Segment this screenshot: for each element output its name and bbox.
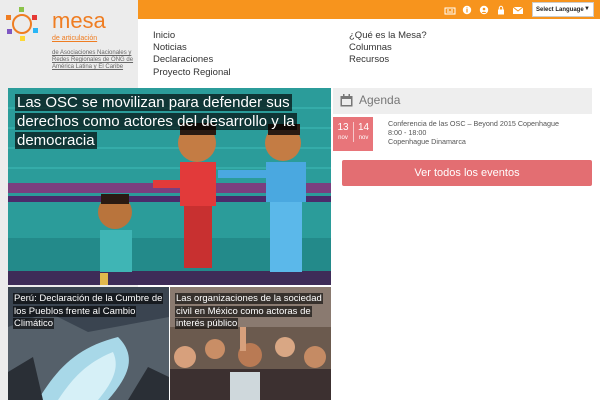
logo-description: de Asociaciones Nacionales y Redes Regio… bbox=[52, 50, 134, 70]
all-events-button[interactable]: Ver todos los eventos bbox=[342, 160, 592, 186]
nav-item-noticias[interactable]: Noticias bbox=[153, 42, 187, 54]
event-name[interactable]: Conferencia de las OSC – Beyond 2015 Cop… bbox=[388, 119, 592, 128]
agenda-event[interactable]: 13 nov 14 nov Conferencia de las OSC – B… bbox=[333, 117, 592, 151]
nav-item-recursos[interactable]: Recursos bbox=[349, 54, 389, 66]
event-start-day: 13 bbox=[337, 122, 349, 133]
event-start-date: 13 nov bbox=[333, 122, 353, 142]
event-date: 13 nov 14 nov bbox=[333, 117, 373, 151]
event-end-month: nov bbox=[358, 135, 369, 141]
event-start-month: nov bbox=[338, 135, 348, 141]
nav-item-que-es-la-mesa[interactable]: ¿Qué es la Mesa? bbox=[349, 30, 427, 42]
people-icon[interactable] bbox=[478, 5, 490, 15]
nav-item-columnas[interactable]: Columnas bbox=[349, 42, 392, 54]
news-tile-mexico[interactable]: Las organizaciones de la sociedad civil … bbox=[170, 287, 331, 400]
top-icons bbox=[444, 4, 524, 16]
logo-title: mesa bbox=[52, 8, 106, 33]
agenda-header: Agenda bbox=[333, 88, 592, 114]
chevron-down-icon: ▼ bbox=[584, 6, 590, 12]
hero-title-text: Las OSC se movilizan para defender sus d… bbox=[15, 94, 297, 149]
home-icon[interactable] bbox=[444, 5, 456, 15]
hero-title[interactable]: Las OSC se movilizan para defender sus d… bbox=[15, 93, 331, 150]
tile-title-mexico: Las organizaciones de la sociedad civil … bbox=[175, 293, 325, 331]
event-details: Conferencia de las OSC – Beyond 2015 Cop… bbox=[388, 119, 592, 146]
nav-item-declaraciones[interactable]: Declaraciones bbox=[153, 54, 213, 66]
mail-icon[interactable] bbox=[512, 5, 524, 15]
event-end-day: 14 bbox=[357, 122, 370, 133]
language-select[interactable]: Select Language ▼ bbox=[532, 2, 594, 17]
language-select-label: Select Language bbox=[536, 6, 584, 13]
lock-icon[interactable] bbox=[495, 5, 507, 15]
tile-title-peru-text: Perú: Declaración de la Cumbre de los Pu… bbox=[13, 293, 164, 329]
site-logo[interactable]: mesa de articulación bbox=[4, 6, 134, 50]
hero-feature[interactable]: Las OSC se movilizan para defender sus d… bbox=[8, 88, 331, 285]
top-bar: Select Language ▼ bbox=[138, 0, 600, 19]
nav-item-proyecto-regional[interactable]: Proyecto Regional bbox=[153, 67, 231, 79]
logo-subtitle: de articulación bbox=[52, 35, 98, 42]
info-icon[interactable] bbox=[461, 5, 473, 15]
agenda-title: Agenda bbox=[359, 93, 401, 107]
calendar-icon bbox=[340, 94, 353, 107]
event-end-date: 14 nov bbox=[353, 122, 373, 142]
tile-title-mexico-text: Las organizaciones de la sociedad civil … bbox=[175, 293, 323, 329]
logo-mark-icon bbox=[6, 7, 38, 41]
tile-title-peru: Perú: Declaración de la Cumbre de los Pu… bbox=[13, 293, 164, 331]
event-place: Copenhague Dinamarca bbox=[388, 137, 466, 146]
nav-item-inicio[interactable]: Inicio bbox=[153, 30, 175, 42]
event-time: 8:00 - 18:00 bbox=[388, 128, 427, 137]
main-nav: Inicio Noticias Declaraciones Proyecto R… bbox=[153, 30, 593, 80]
news-tile-peru[interactable]: Perú: Declaración de la Cumbre de los Pu… bbox=[8, 287, 169, 400]
